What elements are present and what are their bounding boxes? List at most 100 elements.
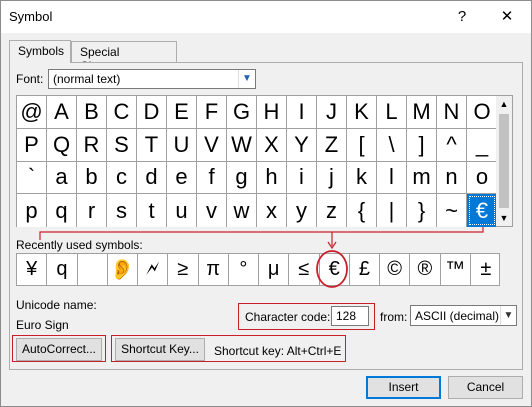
symbol-cell[interactable]: H <box>257 96 287 129</box>
symbol-cell[interactable]: N <box>437 96 467 129</box>
symbol-cell[interactable]: q <box>47 194 77 227</box>
recent-symbol-cell[interactable]: ± <box>471 254 501 285</box>
recent-symbol-cell[interactable]: ™ <box>441 254 471 285</box>
recent-symbol-cell[interactable]: π <box>199 254 229 285</box>
symbol-cell[interactable]: z <box>317 194 347 227</box>
scroll-up-icon[interactable]: ▲ <box>496 96 512 112</box>
symbol-cell[interactable]: g <box>227 161 257 195</box>
symbol-grid-scrollbar[interactable]: ▲ ▼ <box>496 95 513 227</box>
symbol-cell[interactable]: y <box>287 194 317 227</box>
close-button[interactable]: ✕ <box>487 5 527 29</box>
symbol-cell[interactable]: p <box>17 194 47 227</box>
symbol-cell[interactable]: d <box>137 161 167 195</box>
symbol-cell[interactable]: D <box>137 96 167 129</box>
recent-symbols-label: Recently used symbols: <box>16 238 143 252</box>
symbol-cell[interactable]: i <box>287 161 317 195</box>
symbol-cell[interactable]: c <box>107 161 137 195</box>
symbol-cell[interactable]: R <box>77 128 107 162</box>
symbol-cell[interactable]: e <box>167 161 197 195</box>
symbol-cell[interactable]: F <box>197 96 227 129</box>
from-select[interactable]: ASCII (decimal) ▼ <box>410 305 517 326</box>
symbol-cell[interactable]: ~ <box>437 194 467 227</box>
symbol-cell[interactable]: s <box>107 194 137 227</box>
unicode-name-label: Unicode name: <box>16 298 97 312</box>
insert-button[interactable]: Insert <box>366 376 441 399</box>
symbol-cell[interactable]: m <box>407 161 437 195</box>
character-code-input[interactable]: 128 <box>331 306 369 326</box>
symbol-cell[interactable]: W <box>227 128 257 162</box>
symbol-cell[interactable]: Y <box>287 128 317 162</box>
symbol-cell[interactable]: v <box>197 194 227 227</box>
symbol-cell[interactable]: C <box>107 96 137 129</box>
symbol-cell[interactable]: T <box>137 128 167 162</box>
recent-symbol-cell[interactable]: ° <box>229 254 259 285</box>
symbol-cell[interactable]: ^ <box>437 128 467 162</box>
symbol-cell[interactable]: r <box>77 194 107 227</box>
symbol-cell[interactable]: w <box>227 194 257 227</box>
autocorrect-button-label: AutoCorrect... <box>21 342 97 356</box>
symbol-cell[interactable]: O <box>467 96 497 129</box>
symbol-cell[interactable]: x <box>257 194 287 227</box>
shortcut-key-button[interactable]: Shortcut Key... <box>115 338 205 361</box>
symbol-cell[interactable]: @ <box>17 96 47 129</box>
title-bar: Symbol ? ✕ <box>1 1 531 33</box>
recent-symbol-cell[interactable]: q <box>47 254 78 285</box>
symbol-cell[interactable]: I <box>287 96 317 129</box>
symbol-cell[interactable]: u <box>167 194 197 227</box>
symbol-cell[interactable]: [ <box>347 128 377 162</box>
font-select[interactable]: (normal text) ▼ <box>48 69 256 89</box>
symbol-cell[interactable]: h <box>257 161 287 195</box>
symbol-cell[interactable]: | <box>377 194 407 227</box>
symbol-cell[interactable]: E <box>167 96 197 129</box>
scrollbar-thumb[interactable] <box>499 114 509 208</box>
recent-symbol-cell[interactable]: ≥ <box>168 254 199 285</box>
recent-symbol-cell[interactable]: 👂 <box>108 254 138 285</box>
recent-symbol-cell[interactable]: μ <box>259 254 290 285</box>
symbol-cell[interactable]: _ <box>467 128 497 162</box>
symbol-cell[interactable]: S <box>107 128 137 162</box>
symbol-cell[interactable]: A <box>47 96 77 129</box>
symbol-cell[interactable]: J <box>317 96 347 129</box>
symbol-cell[interactable]: ` <box>17 161 47 195</box>
symbol-cell[interactable]: a <box>47 161 77 195</box>
recent-symbol-cell[interactable]: ¥ <box>17 254 48 285</box>
scroll-down-icon[interactable]: ▼ <box>496 210 512 226</box>
symbol-cell[interactable]: € <box>467 194 497 227</box>
symbol-cell[interactable]: f <box>197 161 227 195</box>
symbol-cell[interactable]: n <box>437 161 467 195</box>
symbol-cell[interactable]: ] <box>407 128 437 162</box>
symbol-cell[interactable]: V <box>197 128 227 162</box>
symbol-cell[interactable]: K <box>347 96 377 129</box>
symbol-cell[interactable]: Z <box>317 128 347 162</box>
symbol-cell[interactable]: X <box>257 128 287 162</box>
recent-symbol-cell[interactable]: ® <box>410 254 441 285</box>
symbol-cell[interactable]: \ <box>377 128 407 162</box>
tab-special-characters[interactable]: Special Characters <box>71 41 177 73</box>
autocorrect-button[interactable]: AutoCorrect... <box>16 338 102 361</box>
symbol-cell[interactable]: { <box>347 194 377 227</box>
symbol-cell[interactable]: j <box>317 161 347 195</box>
recent-symbol-cell[interactable]: € <box>320 254 350 285</box>
cancel-button[interactable]: Cancel <box>448 376 523 399</box>
symbol-cell[interactable]: M <box>407 96 437 129</box>
recent-symbol-cell[interactable]: ≤ <box>289 254 320 285</box>
symbol-cell[interactable]: b <box>77 161 107 195</box>
recent-symbol-cell[interactable]: © <box>380 254 411 285</box>
symbol-cell[interactable]: k <box>347 161 377 195</box>
tab-symbols[interactable]: Symbols <box>9 40 71 63</box>
symbol-cell[interactable]: B <box>77 96 107 129</box>
help-button[interactable]: ? <box>447 5 477 29</box>
recent-symbol-cell[interactable]: £ <box>350 254 380 285</box>
recent-symbol-cell[interactable]: 🗲 <box>138 254 169 285</box>
symbol-cell[interactable]: Q <box>47 128 77 162</box>
symbol-cell[interactable]: o <box>467 161 497 195</box>
symbol-cell[interactable]: P <box>17 128 47 162</box>
symbol-cell[interactable]: l <box>377 161 407 195</box>
symbol-cell[interactable]: U <box>167 128 197 162</box>
symbol-cell[interactable]: G <box>227 96 257 129</box>
recent-symbol-cell[interactable] <box>78 254 108 285</box>
symbol-cell[interactable]: L <box>377 96 407 129</box>
chevron-down-icon: ▼ <box>500 306 516 325</box>
symbol-cell[interactable]: } <box>407 194 437 227</box>
symbol-cell[interactable]: t <box>137 194 167 227</box>
